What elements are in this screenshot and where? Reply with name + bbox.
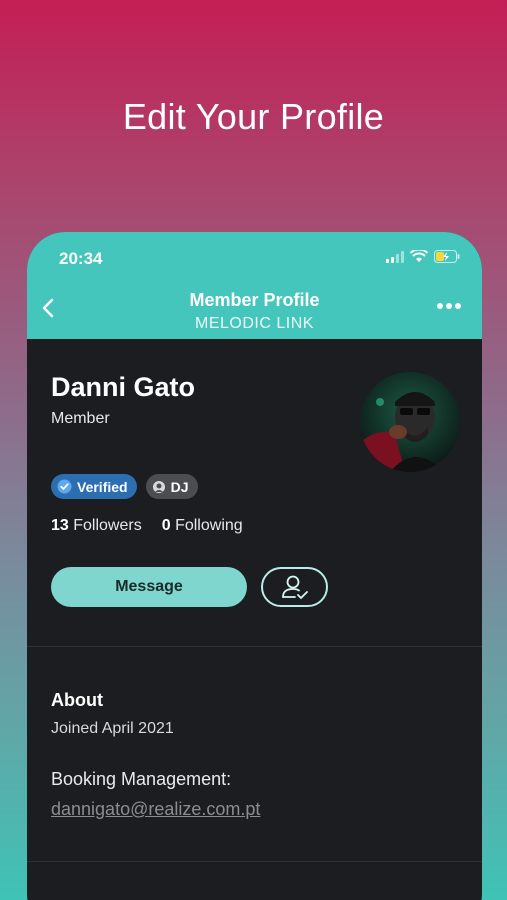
- profile-role: Member: [51, 410, 110, 427]
- avatar[interactable]: [360, 372, 460, 472]
- divider: [27, 646, 482, 647]
- joined-date: Joined April 2021: [51, 720, 174, 737]
- badge-row: Verified DJ: [51, 474, 198, 499]
- about-heading: About: [51, 690, 103, 710]
- follow-button[interactable]: [261, 567, 328, 607]
- status-time: 20:34: [59, 249, 103, 268]
- followers-label: Followers: [73, 517, 142, 534]
- dj-label: DJ: [170, 478, 189, 495]
- dj-badge: DJ: [145, 474, 198, 499]
- verified-badge: Verified: [51, 474, 137, 499]
- profile-name: Danni Gato: [51, 372, 196, 402]
- page-headline: Edit Your Profile: [122, 96, 385, 137]
- signal-icon: [386, 250, 404, 263]
- email-link[interactable]: dannigato@realize.com.pt: [51, 799, 260, 820]
- battery-icon: [434, 250, 460, 263]
- avatar-image: [360, 372, 460, 472]
- following-count: 0: [161, 517, 171, 534]
- verified-label: Verified: [77, 478, 128, 495]
- header-bar: 20:34 Member Profile MELODIC LINK: [27, 232, 482, 339]
- more-options-icon[interactable]: [436, 302, 462, 310]
- nav-subtitle: MELODIC LINK: [195, 315, 314, 332]
- following-stat[interactable]: 0 Following: [162, 517, 243, 535]
- status-icons: [386, 250, 460, 263]
- nav-title: Member Profile: [189, 290, 320, 310]
- divider: [27, 861, 482, 862]
- user-check-icon: [281, 575, 308, 599]
- dj-badge-icon: [152, 480, 165, 493]
- follow-stats: 13 Followers 0 Following: [51, 517, 243, 535]
- following-label: Following: [175, 517, 243, 534]
- wifi-icon: [410, 250, 428, 262]
- phone-frame: 20:34 Member Profile MELODIC LINK Danni …: [27, 232, 482, 900]
- followers-count: 13: [51, 517, 69, 534]
- booking-label: Booking Management:: [51, 769, 232, 789]
- followers-stat[interactable]: 13 Followers: [51, 517, 142, 535]
- check-circle-icon: [57, 479, 72, 494]
- message-button[interactable]: Message: [51, 567, 247, 607]
